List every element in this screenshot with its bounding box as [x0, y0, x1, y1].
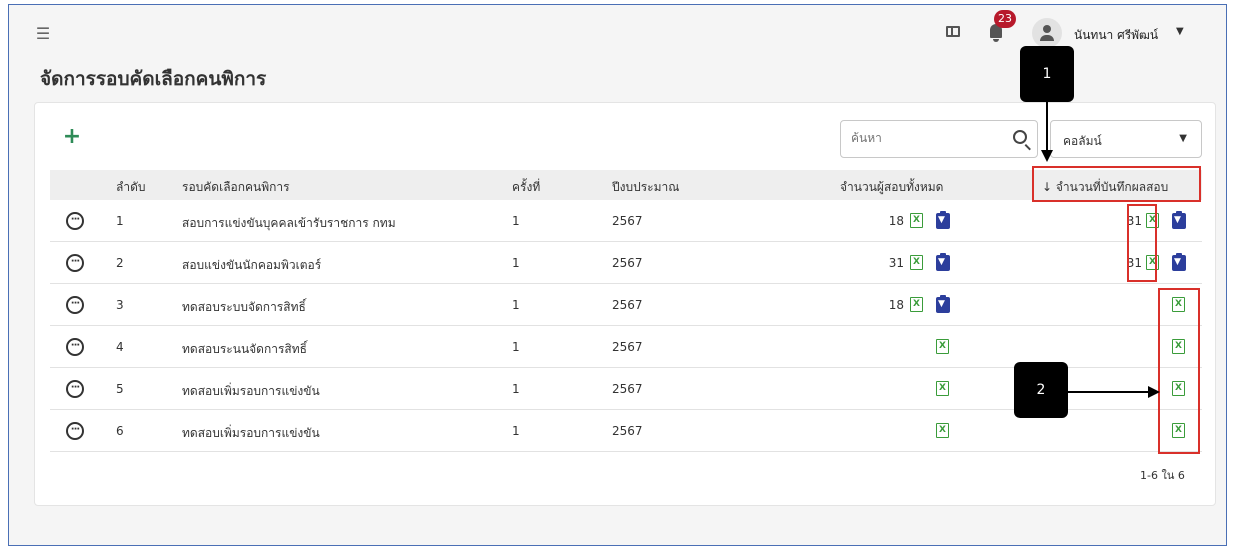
more-options-icon[interactable]: ··· — [66, 338, 84, 356]
more-options-icon[interactable]: ··· — [66, 212, 84, 230]
search-icon[interactable] — [1013, 130, 1027, 144]
table-header: ลำดับ รอบคัดเลือกคนพิการ ครั้งที่ ปีงบปร… — [50, 170, 1202, 200]
column-header-total[interactable]: จำนวนผู้สอบทั้งหมด — [840, 178, 943, 197]
cell-order: 1 — [116, 214, 124, 228]
table-row: ··· 1 สอบการแข่งขันบุคคลเข้ารับราชการ กท… — [50, 200, 1202, 242]
cell-order: 2 — [116, 256, 124, 270]
user-name[interactable]: นันทนา ศรีพัฒน์ — [1074, 26, 1158, 45]
excel-icon[interactable]: X — [910, 213, 923, 228]
more-options-icon[interactable]: ··· — [66, 422, 84, 440]
cell-name: ทดสอบเพิ่มรอบการแข่งขัน — [182, 426, 320, 440]
cell-total: 18 — [888, 298, 904, 312]
cell-year: 2567 — [612, 214, 643, 228]
search-field[interactable] — [840, 120, 1038, 158]
excel-icon[interactable]: X — [910, 255, 923, 270]
highlight-box-recorded-excel — [1127, 204, 1157, 282]
cell-year: 2567 — [612, 340, 643, 354]
arrow-2-line — [1068, 391, 1152, 393]
add-button[interactable]: + — [60, 124, 84, 150]
cell-round: 1 — [512, 256, 520, 270]
cell-order: 5 — [116, 382, 124, 396]
book-icon[interactable] — [946, 26, 960, 37]
cell-total: 31 — [888, 256, 904, 270]
excel-icon[interactable]: X — [936, 423, 949, 438]
search-input[interactable] — [851, 131, 1001, 145]
excel-icon[interactable]: X — [910, 297, 923, 312]
excel-icon[interactable]: X — [936, 381, 949, 396]
cell-round: 1 — [512, 382, 520, 396]
pagination-info: 1-6 ใน 6 — [1140, 469, 1185, 482]
cell-round: 1 — [512, 340, 520, 354]
table-row: ··· 2 สอบแข่งขันนักคอมพิวเตอร์ 1 2567 31… — [50, 242, 1202, 284]
column-select-label: คอลัมน์ — [1063, 134, 1102, 148]
cell-name: สอบแข่งขันนักคอมพิวเตอร์ — [182, 258, 322, 272]
callout-2: 2 — [1014, 362, 1068, 418]
cell-order: 3 — [116, 298, 124, 312]
cell-total: 18 — [888, 214, 904, 228]
menu-collapse-icon[interactable]: ☰ — [28, 20, 58, 46]
cell-round: 1 — [512, 424, 520, 438]
table-row: ··· 3 ทดสอบระบบจัดการสิทธิ์ 1 2567 18 X … — [50, 284, 1202, 326]
user-avatar-icon[interactable] — [1032, 18, 1062, 48]
column-header-round[interactable]: ครั้งที่ — [512, 178, 540, 197]
download-icon[interactable] — [1172, 253, 1186, 271]
cell-year: 2567 — [612, 256, 643, 270]
cell-name: ทดสอบระนนจัดการสิทธิ์ — [182, 342, 307, 356]
cell-round: 1 — [512, 214, 520, 228]
column-header-name[interactable]: รอบคัดเลือกคนพิการ — [182, 178, 290, 197]
more-options-icon[interactable]: ··· — [66, 254, 84, 272]
chevron-down-icon: ▼ — [1179, 133, 1187, 144]
arrow-2-head — [1148, 386, 1160, 398]
cell-order: 6 — [116, 424, 124, 438]
cell-name: สอบการแข่งขันบุคคลเข้ารับราชการ กทม — [182, 216, 396, 230]
chevron-down-icon[interactable]: ▼ — [1176, 26, 1184, 37]
highlight-box-excel-column — [1158, 288, 1200, 454]
excel-icon[interactable]: X — [936, 339, 949, 354]
download-icon[interactable] — [936, 211, 950, 229]
cell-round: 1 — [512, 298, 520, 312]
more-options-icon[interactable]: ··· — [66, 380, 84, 398]
cell-year: 2567 — [612, 298, 643, 312]
cell-order: 4 — [116, 340, 124, 354]
highlight-box-recorded-header — [1032, 166, 1201, 202]
arrow-1-head — [1041, 150, 1053, 162]
arrow-1-line — [1046, 102, 1048, 154]
cell-year: 2567 — [612, 424, 643, 438]
column-select[interactable]: คอลัมน์ ▼ — [1050, 120, 1202, 158]
notification-badge: 23 — [994, 10, 1016, 28]
cell-name: ทดสอบเพิ่มรอบการแข่งขัน — [182, 384, 320, 398]
callout-1: 1 — [1020, 46, 1074, 102]
cell-year: 2567 — [612, 382, 643, 396]
download-icon[interactable] — [1172, 211, 1186, 229]
cell-name: ทดสอบระบบจัดการสิทธิ์ — [182, 300, 306, 314]
download-icon[interactable] — [936, 295, 950, 313]
page-title: จัดการรอบคัดเลือกคนพิการ — [40, 68, 267, 90]
column-header-order[interactable]: ลำดับ — [116, 178, 146, 197]
column-header-year[interactable]: ปีงบประมาณ — [612, 178, 679, 197]
download-icon[interactable] — [936, 253, 950, 271]
more-options-icon[interactable]: ··· — [66, 296, 84, 314]
